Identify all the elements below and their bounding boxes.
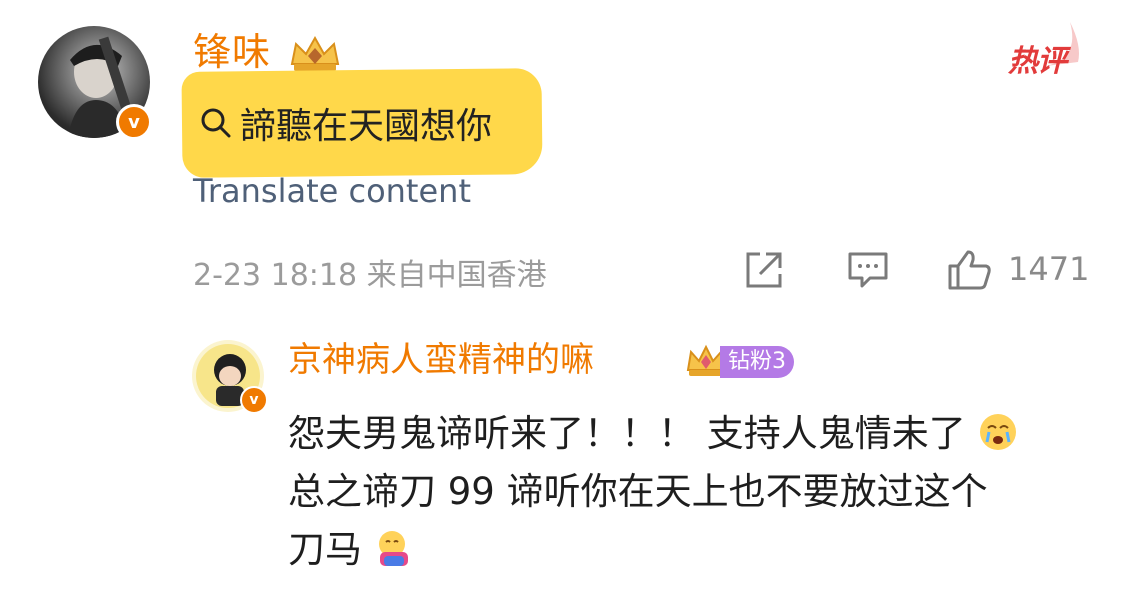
translate-link[interactable]: Translate content xyxy=(193,172,471,210)
hugging-face-emoji xyxy=(378,531,408,566)
like-count: 1471 xyxy=(1008,250,1090,288)
reply-line: 怨夫男鬼谛听来了！！！ 支持人鬼情未了 xyxy=(288,405,1098,463)
reply-line: 刀马 xyxy=(288,521,1098,579)
search-topic-link[interactable]: 諦聽在天國想你 xyxy=(198,98,492,148)
search-topic-text: 諦聽在天國想你 xyxy=(240,106,493,147)
like-icon[interactable] xyxy=(946,248,994,292)
hot-comment-badge: 热评 xyxy=(1008,44,1067,79)
reply-line: 总之谛刀 99 谛听你在天上也不要放过这个 xyxy=(288,470,988,513)
crying-face-emoji xyxy=(979,414,1016,450)
share-icon[interactable] xyxy=(742,248,786,292)
reply-text: 怨夫男鬼谛听来了！！！ 支持人鬼情未了 总之谛刀 99 谛听你在天上也不要放过这… xyxy=(288,405,1098,579)
comment-username[interactable]: 锋味 xyxy=(193,30,271,74)
verified-badge-icon: v xyxy=(240,386,268,414)
reply-username[interactable]: 京神病人蛮精神的嘛 xyxy=(288,338,594,382)
crown-icon xyxy=(290,35,340,71)
search-icon xyxy=(201,108,231,138)
comment-icon[interactable] xyxy=(846,248,890,292)
comment-meta: 2-23 18:18 来自中国香港 xyxy=(193,258,547,293)
verified-badge-icon: v xyxy=(116,104,152,140)
fan-level-badge: 钻粉3 xyxy=(720,346,794,378)
